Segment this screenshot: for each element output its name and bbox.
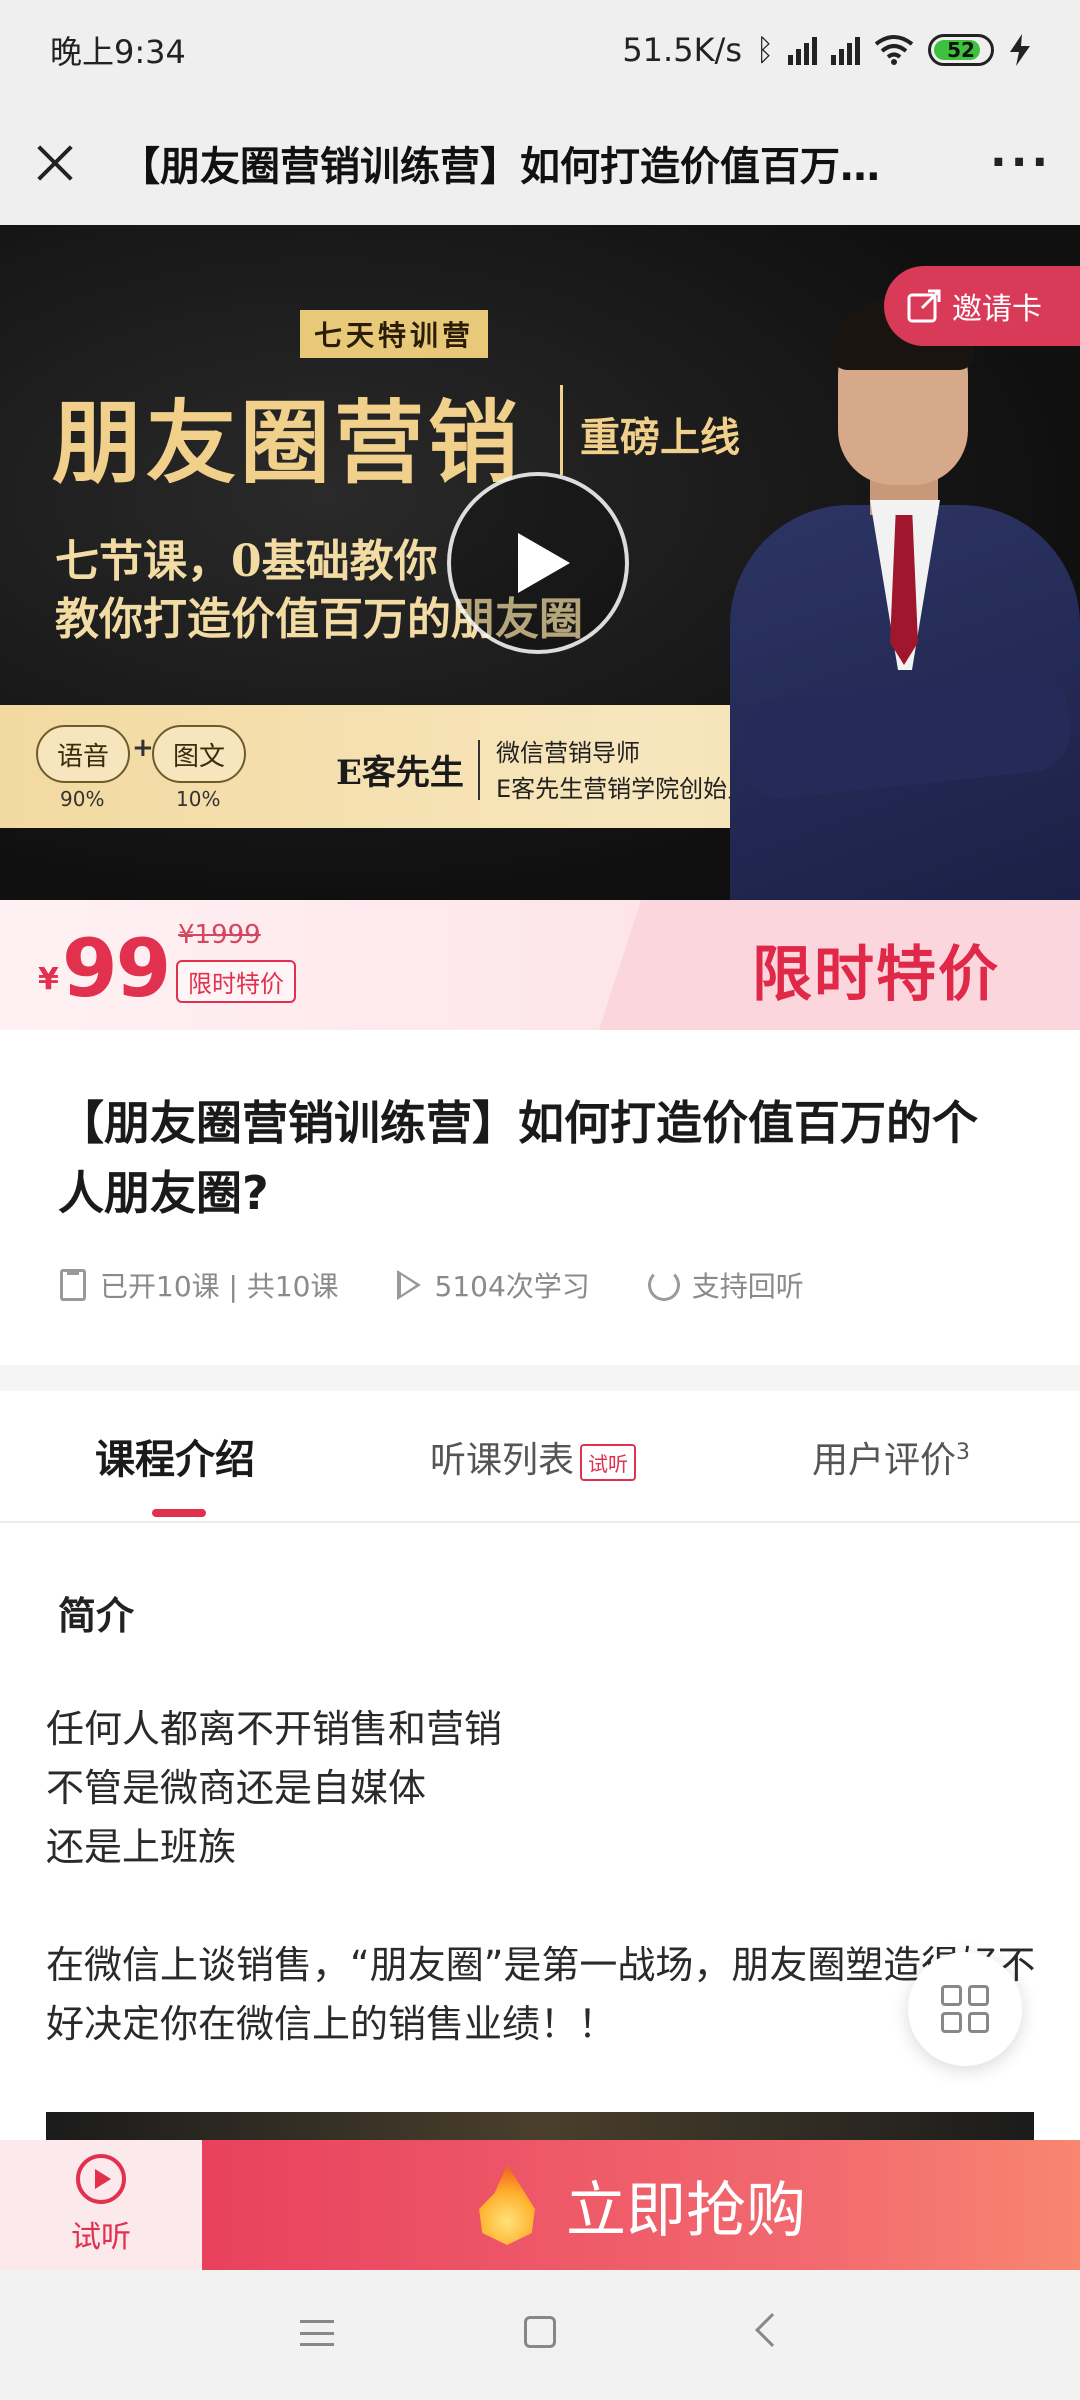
teacher-divider [478,740,480,800]
course-title: 【朋友圈营销训练营】如何打造价值百万的个人朋友圈? [58,1096,978,1220]
teacher-role-1: 微信营销导师 [496,739,640,767]
charging-icon [1010,34,1030,66]
intro-text: 任何人都离不开销售和营销 不管是微商还是自媒体 还是上班族 在微信上谈销售，“朋… [46,1700,1036,2054]
price-bar: ¥ 99 ¥1999 限时特价 限时特价 [0,900,1080,1030]
share-icon [907,289,941,323]
action-bar: 试听 立即抢购 [0,2140,1080,2270]
pct-text: 10% [176,787,221,811]
intro-heading: 简介 [58,1594,135,1638]
intro-line-3: 还是上班族 [46,1825,237,1869]
banner-divider [560,385,563,475]
intro-paragraph: 在微信上谈销售，“朋友圈”是第一战场，朋友圈塑造得好不好决定你在微信上的销售业绩… [46,1943,1036,2046]
teacher-role: 微信营销导师 E客先生营销学院创始人 [496,735,751,807]
home-icon[interactable] [524,2316,556,2348]
system-nav-bar [0,2270,1080,2400]
intro-spacer [46,1877,1036,1936]
teacher-role-2: E客先生营销学院创始人 [496,775,752,803]
format-pill-text: 图文 [152,725,246,783]
active-tab-indicator [152,1509,206,1517]
tab-bar: 课程介绍 听课列表 试听 用户评价3 [0,1391,1080,1523]
menu-icon[interactable] [300,2320,334,2346]
battery-level: 52 [947,38,975,62]
lesson-count: 已开10课 | 共10课 [60,1265,339,1305]
replay-icon [647,1269,680,1301]
limited-offer-banner: 限时特价 [752,940,1000,1010]
invite-card-button[interactable]: 邀请卡 [884,266,1080,346]
intro-line-2: 不管是微商还是自媒体 [46,1766,427,1810]
page-title: 【朋友圈营销训练营】如何打造价值百万… [120,143,880,190]
more-options-icon[interactable]: ··· [990,137,1050,188]
course-meta: 已开10课 | 共10课 5104次学习 支持回听 [60,1265,862,1305]
banner-tagline-1: 七节课，0基础教你 [55,536,438,587]
section-gap [0,1365,1080,1391]
plus-sign: + [132,733,154,763]
signal-icon [788,35,817,65]
play-icon [518,533,570,593]
fire-icon [479,2165,535,2245]
tab-course-intro[interactable]: 课程介绍 [95,1427,255,1485]
banner-main-title: 朋友圈营销 [52,390,522,496]
document-icon [60,1269,86,1301]
net-speed: 51.5K/s [622,31,742,69]
review-count: 3 [956,1440,971,1465]
teacher-name: E客先生 [336,753,464,793]
wifi-icon [874,35,914,65]
tab-lesson-list[interactable]: 听课列表 试听 [430,1431,637,1483]
trial-listen-label: 试听 [71,2220,131,2255]
lesson-count-text: 已开10课 | 共10课 [100,1270,339,1303]
limited-offer-badge: 限时特价 [176,960,296,1003]
format-pill-audio: 语音 [36,725,130,783]
back-icon[interactable] [755,2313,789,2347]
buy-now-label: 立即抢购 [566,2175,806,2246]
replay-text: 支持回听 [691,1270,804,1303]
play-count: 5104次学习 [396,1265,590,1305]
banner-sub-title: 重磅上线 [580,414,740,461]
title-bar: 【朋友圈营销训练营】如何打造价值百万… ··· [0,100,1080,225]
tab-user-reviews-label: 用户评价 [812,1440,957,1481]
bluetooth-icon: ᛒ [756,32,774,68]
play-video-button[interactable] [447,472,629,654]
original-price: ¥1999 [178,920,261,950]
trial-listen-button[interactable]: 试听 [0,2140,202,2270]
intro-line-1: 任何人都离不开销售和营销 [46,1707,503,1751]
play-outline-icon [396,1270,421,1300]
pct-audio: 90% [60,787,105,811]
close-icon[interactable] [30,138,80,188]
grid-menu-button[interactable] [908,1952,1022,2066]
trial-badge: 试听 [580,1443,637,1481]
intro-image-top [46,2112,1034,2142]
play-count-text: 5104次学习 [434,1270,590,1303]
buy-now-button[interactable]: 立即抢购 [202,2140,1080,2270]
status-time: 晚上9:34 [50,33,186,71]
status-icons: 51.5K/s ᛒ 52 [622,31,1032,69]
replay-support: 支持回听 [647,1265,804,1305]
grid-icon [941,1985,989,2033]
banner-sub-label: 七天特训营 [300,310,489,358]
tab-lesson-list-label: 听课列表 [430,1440,575,1481]
signal-icon-2 [831,35,860,65]
instructor-photo [720,265,1080,900]
battery-icon: 52 [928,34,994,66]
status-bar: 晚上9:34 51.5K/s ᛒ 52 [0,0,1080,100]
tab-user-reviews[interactable]: 用户评价3 [812,1431,970,1483]
invite-card-label: 邀请卡 [952,292,1042,327]
price-currency: ¥ [38,962,59,997]
play-circle-icon [76,2154,126,2204]
current-price: 99 [62,922,171,1015]
